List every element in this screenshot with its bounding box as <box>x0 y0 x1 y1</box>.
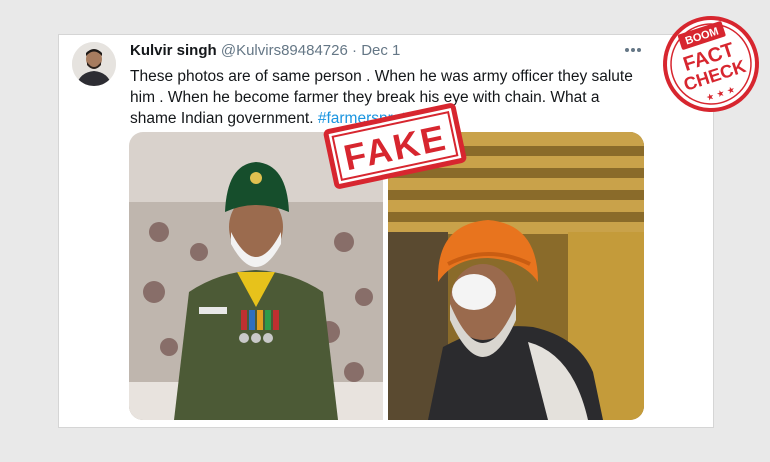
tweet-date[interactable]: Dec 1 <box>361 42 400 59</box>
tweet-header: Kulvir singh @Kulvirs89484726 · Dec 1 <box>130 42 640 62</box>
avatar-image <box>72 42 116 86</box>
fake-stamp: FAKE <box>323 103 467 189</box>
more-icon[interactable] <box>624 40 642 58</box>
user-handle[interactable]: @Kulvirs89484726 <box>221 42 348 59</box>
avatar[interactable] <box>72 42 116 86</box>
separator-dot: · <box>352 42 358 59</box>
display-name[interactable]: Kulvir singh <box>130 42 217 59</box>
fact-check-badge: BOOM FACT CHECK ★ ★ ★ <box>663 16 759 112</box>
